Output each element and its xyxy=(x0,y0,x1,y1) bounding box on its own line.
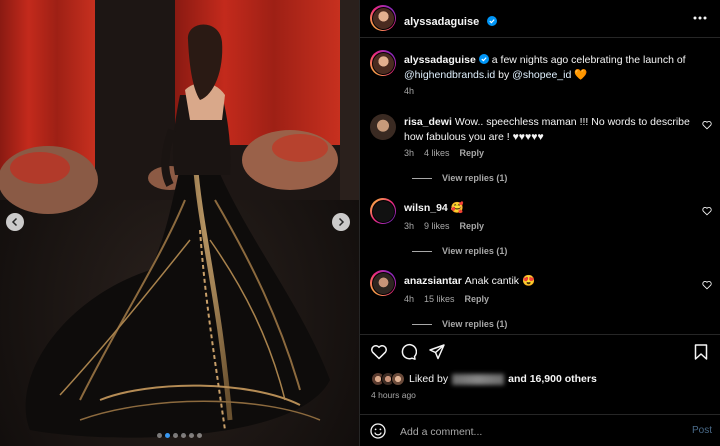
comment-wilsn-94: wilsn_94 🥰 xyxy=(404,201,464,216)
view-replies-line xyxy=(412,324,432,326)
liked-by-prefix: Liked by xyxy=(409,373,449,385)
comment-like-heart-icon[interactable] xyxy=(702,120,712,130)
caption-emoji: 🧡 xyxy=(574,69,588,81)
carousel-dot xyxy=(197,433,202,438)
comment-username[interactable]: wilsn_94 xyxy=(404,202,448,214)
view-replies-button[interactable]: View replies (1) xyxy=(412,246,507,256)
heart-icon[interactable] xyxy=(370,343,388,361)
comment-avatar-risa-dewi[interactable] xyxy=(370,114,396,140)
comment-likes[interactable]: 15 likes xyxy=(424,294,455,304)
carousel-dot xyxy=(165,433,170,438)
bookmark-icon[interactable] xyxy=(692,343,710,361)
comment-time: 3h xyxy=(404,221,415,231)
comment-likes[interactable]: 4 likes xyxy=(424,148,450,158)
post-header: alyssadaguise xyxy=(360,0,720,38)
liker-avatars[interactable] xyxy=(371,372,405,386)
comment-username[interactable]: risa_dewi xyxy=(404,116,452,128)
view-replies-button[interactable]: View replies (1) xyxy=(412,173,507,183)
verified-badge-icon xyxy=(478,54,489,64)
more-options-icon[interactable] xyxy=(692,10,708,26)
reply-button[interactable]: Reply xyxy=(460,221,485,231)
comments-list[interactable]: alyssadaguise a few nights ago celebratin… xyxy=(360,38,720,334)
carousel-dot xyxy=(157,433,162,438)
comment-input[interactable] xyxy=(400,424,650,440)
caption-mention-shopee[interactable]: @shopee_id xyxy=(512,69,571,81)
emoji-icon[interactable] xyxy=(370,423,386,439)
caption-mention-highendbrands[interactable]: @highendbrands.id xyxy=(404,69,495,81)
caption-meta: 4h xyxy=(404,86,424,96)
view-replies-line xyxy=(412,178,432,180)
comment-text: Anak cantik 😍 xyxy=(464,275,536,287)
comment-meta: 3h 9 likes Reply xyxy=(404,221,494,231)
verified-badge-icon xyxy=(486,16,497,26)
caption: alyssadaguise a few nights ago celebratin… xyxy=(404,53,704,83)
comment-composer: Post xyxy=(360,414,720,446)
view-replies-label: View replies (1) xyxy=(442,246,508,256)
caption-username[interactable]: alyssadaguise xyxy=(404,54,476,66)
comment-risa-dewi: risa_dewi Wow.. speechless maman !!! No w… xyxy=(404,115,694,145)
caption-text: a few nights ago celebrating the launch … xyxy=(491,54,686,66)
carousel-dot xyxy=(189,433,194,438)
likes-summary: Liked by and 16,900 others xyxy=(371,372,597,386)
view-replies-label: View replies (1) xyxy=(442,173,508,183)
caption-time: 4h xyxy=(404,86,415,96)
post-comment-button[interactable]: Post xyxy=(692,425,712,436)
view-replies-label: View replies (1) xyxy=(442,319,508,329)
chevron-right-icon xyxy=(338,217,345,227)
view-replies-button[interactable]: View replies (1) xyxy=(412,319,507,329)
chevron-left-icon xyxy=(11,217,18,227)
comment-time: 4h xyxy=(404,294,415,304)
post-actions: Liked by and 16,900 others 4 hours ago P… xyxy=(360,334,720,446)
comment-text: Wow.. speechless maman !!! No words to d… xyxy=(454,116,690,128)
comment-anazsiantar: anazsiantar Anak cantik 😍 xyxy=(404,274,535,289)
author-username[interactable]: alyssadaguise xyxy=(404,16,479,28)
author-avatar[interactable] xyxy=(370,5,396,31)
comment-icon[interactable] xyxy=(399,343,417,361)
carousel-dot xyxy=(173,433,178,438)
next-slide-button[interactable] xyxy=(332,213,350,231)
comment-like-heart-icon[interactable] xyxy=(702,206,712,216)
comment-avatar-anazsiantar[interactable] xyxy=(370,270,396,296)
comment-username[interactable]: anazsiantar xyxy=(404,275,462,287)
caption-avatar[interactable] xyxy=(370,50,396,76)
previous-slide-button[interactable] xyxy=(6,213,24,231)
carousel-dot xyxy=(181,433,186,438)
share-icon[interactable] xyxy=(428,343,446,361)
liked-by-suffix[interactable]: and 16,900 others xyxy=(508,373,597,385)
reply-button[interactable]: Reply xyxy=(460,148,485,158)
comment-time: 3h xyxy=(404,148,415,158)
carousel-indicator xyxy=(0,433,359,438)
comment-likes[interactable]: 9 likes xyxy=(424,221,450,231)
post-detail-panel: alyssadaguise alyssadaguise a few nights … xyxy=(360,0,720,446)
liked-by-username-redacted xyxy=(452,373,505,385)
post-photo xyxy=(0,0,359,446)
view-replies-line xyxy=(412,251,432,253)
comment-meta: 4h 15 likes Reply xyxy=(404,294,499,304)
post-media[interactable] xyxy=(0,0,359,446)
caption-text-by: by xyxy=(498,69,510,81)
post-timestamp[interactable]: 4 hours ago xyxy=(371,390,416,400)
comment-meta: 3h 4 likes Reply xyxy=(404,148,494,158)
comment-text: how fabulous you are ! ♥♥♥♥♥ xyxy=(404,131,544,143)
reply-button[interactable]: Reply xyxy=(465,294,490,304)
comment-avatar-wilsn-94[interactable] xyxy=(370,198,396,224)
comment-text: 🥰 xyxy=(450,202,464,214)
comment-like-heart-icon[interactable] xyxy=(702,280,712,290)
